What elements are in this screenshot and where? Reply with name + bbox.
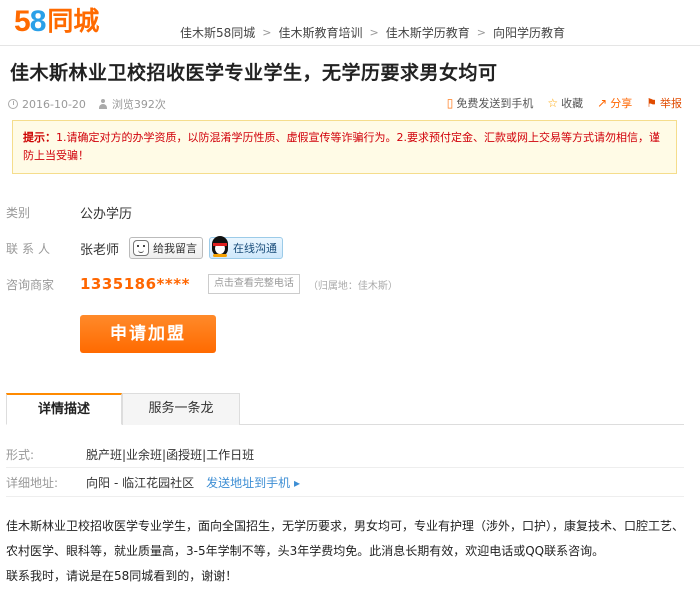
logo-text: 同城	[47, 7, 100, 37]
post-date-text: 2016-10-20	[22, 97, 86, 111]
share-icon: ↗	[597, 96, 608, 110]
contact-label: 联系人	[6, 241, 55, 256]
form-label: 形式:	[6, 448, 35, 462]
apply-join-button[interactable]: 申请加盟	[80, 315, 216, 353]
description-paragraph: 佳木斯林业卫校招收医学专业学生，面向全国招生，无学历要求，男女均可，专业有护理（…	[6, 519, 685, 558]
consult-row: 咨询商家 1335186**** 点击查看完整电话 （归属地：佳木斯）	[6, 274, 398, 294]
send-to-phone-button[interactable]: ▯ 免费发送到手机	[447, 95, 534, 111]
safety-notice: 提示：1.请确定对方的办学资质，以防混淆学历性质、虚假宣传等诈骗行为。2.要求预…	[12, 120, 677, 174]
tab-details[interactable]: 详情描述	[6, 393, 122, 425]
address-detail: - 临江花园社区	[114, 476, 195, 490]
phone-icon: ▯	[446, 96, 454, 110]
tab-services[interactable]: 服务一条龙	[122, 393, 240, 425]
breadcrumb-separator: >	[262, 26, 272, 39]
report-button[interactable]: ⚑ 举报	[646, 95, 682, 111]
phone-region: （归属地：佳木斯）	[307, 280, 398, 292]
post-description: 佳木斯林业卫校招收医学专业学生，面向全国招生，无学历要求，男女均可，专业有护理（…	[6, 514, 686, 589]
send-address-to-phone-link[interactable]: 发送地址到手机 ▸	[206, 474, 300, 491]
qq-penguin-icon	[210, 234, 230, 258]
qq-chat-label: 在线沟通	[233, 242, 278, 255]
send-to-phone-label: 免费发送到手机	[456, 97, 534, 110]
address-row: 详细地址: 向阳 - 临江花园社区 发送地址到手机 ▸	[6, 474, 300, 491]
logo-number: 58	[14, 5, 46, 38]
favorite-button[interactable]: ☆ 收藏	[547, 95, 583, 111]
clock-icon	[8, 99, 18, 109]
smiley-icon	[133, 240, 150, 256]
detail-tabs: 详情描述 服务一条龙	[6, 393, 684, 425]
qq-chat-button[interactable]: 在线沟通	[209, 234, 284, 259]
site-header: 58 同城 佳木斯58同城 > 佳木斯教育培训 > 佳木斯学历教育 > 向阳学历…	[0, 0, 700, 46]
form-value: 脱产班|业余班|函授班|工作日班	[86, 448, 255, 462]
category-value: 公办学历	[80, 207, 133, 222]
address-label: 详细地址:	[6, 476, 59, 490]
star-icon: ☆	[547, 96, 559, 110]
favorite-label: 收藏	[561, 97, 584, 110]
leave-message-button[interactable]: 给我留言	[129, 237, 204, 259]
contact-value: 张老师	[80, 242, 120, 258]
share-label: 分享	[610, 97, 633, 110]
phone-number: 1335186****	[80, 275, 190, 293]
post-date: 2016-10-20	[8, 98, 86, 111]
post-views: 浏览392次	[98, 96, 166, 112]
breadcrumb-district-education[interactable]: 向阳学历教育	[493, 24, 565, 41]
breadcrumb-separator: >	[369, 26, 379, 39]
divider	[6, 467, 684, 468]
view-full-phone-button[interactable]: 点击查看完整电话	[207, 274, 300, 294]
post-meta: 2016-10-20 浏览392次	[8, 96, 178, 112]
breadcrumb-education[interactable]: 佳木斯教育培训	[279, 24, 363, 41]
breadcrumb: 佳木斯58同城 > 佳木斯教育培训 > 佳木斯学历教育 > 向阳学历教育	[180, 24, 565, 41]
notice-text: 1.请确定对方的办学资质，以防混淆学历性质、虚假宣传等诈骗行为。2.要求预付定金…	[23, 131, 660, 162]
category-label: 类别	[6, 206, 31, 220]
notice-label: 提示：	[23, 131, 56, 144]
site-logo[interactable]: 58 同城	[14, 6, 99, 38]
breadcrumb-city[interactable]: 佳木斯58同城	[180, 24, 255, 41]
post-title: 佳木斯林业卫校招收医学专业学生，无学历要求男女均可	[10, 62, 498, 84]
address-district-link[interactable]: 向阳	[86, 474, 110, 491]
person-icon	[98, 99, 108, 109]
description-closing: 联系我时，请说是在58同城看到的，谢谢！	[6, 569, 238, 583]
breadcrumb-degree-education[interactable]: 佳木斯学历教育	[386, 24, 470, 41]
contact-row: 联系人 张老师 给我留言 在线沟通	[6, 234, 284, 259]
category-row: 类别 公办学历	[6, 203, 132, 222]
breadcrumb-separator: >	[476, 26, 486, 39]
divider	[6, 496, 684, 497]
share-button[interactable]: ↗ 分享	[597, 95, 632, 111]
leave-message-label: 给我留言	[153, 242, 198, 255]
post-views-text: 浏览392次	[111, 98, 166, 111]
post-actions: ▯ 免费发送到手机 ☆ 收藏 ↗ 分享 ⚑ 举报	[433, 95, 682, 111]
flag-icon: ⚑	[646, 96, 657, 110]
form-row: 形式: 脱产班|业余班|函授班|工作日班	[6, 446, 254, 463]
consult-label: 咨询商家	[6, 277, 55, 292]
report-label: 举报	[660, 97, 682, 110]
